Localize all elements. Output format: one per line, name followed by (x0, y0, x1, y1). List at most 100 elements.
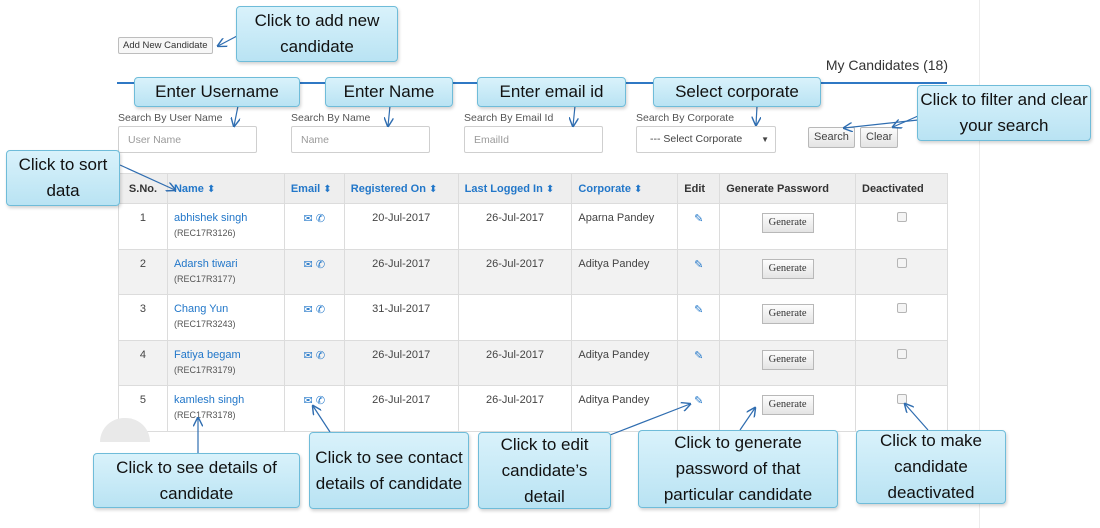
email-filter-label: Search By Email Id (464, 112, 554, 124)
cell-contact: ✉ ✆ (283, 294, 345, 341)
corporate-select-value: --- Select Corporate (650, 133, 743, 145)
username-filter-label: Search By User Name (118, 112, 223, 124)
header-corporate[interactable]: Corporate ⬍ (571, 173, 679, 204)
cell-last-logged: 26-Jul-2017 (457, 339, 573, 386)
header-registered[interactable]: Registered On ⬍ (343, 173, 459, 204)
cell-deactivated (855, 248, 948, 295)
callout-name: Enter Name (325, 77, 453, 107)
cell-deactivated (855, 385, 948, 432)
header-registered-label: Registered On (350, 182, 426, 195)
phone-icon[interactable]: ✆ (316, 212, 325, 225)
cell-generate: Generate (719, 294, 856, 341)
cell-deactivated (855, 294, 948, 341)
callout-corporate: Select corporate (653, 77, 821, 107)
deactivate-checkbox[interactable] (896, 212, 907, 222)
generate-button[interactable]: Generate (761, 349, 814, 370)
name-search-input[interactable] (291, 126, 430, 153)
header-email[interactable]: Email ⬍ (283, 173, 345, 204)
candidate-name-link[interactable]: Adarsh tiwari (174, 258, 278, 270)
cell-generate: Generate (719, 203, 856, 250)
candidate-name-link[interactable]: kamlesh singh (174, 394, 278, 406)
cell-name: Fatiya begam (REC17R3179) (166, 339, 285, 386)
deactivate-checkbox[interactable] (896, 394, 907, 404)
cell-registered: 31-Jul-2017 (343, 294, 459, 341)
generate-button[interactable]: Generate (761, 258, 814, 279)
cell-contact: ✉ ✆ (283, 385, 345, 432)
sort-arrows-icon[interactable]: ⬍ (429, 184, 437, 195)
cell-registered: 26-Jul-2017 (343, 339, 459, 386)
pencil-icon[interactable]: ✎ (694, 303, 703, 316)
callout-email: Enter email id (477, 77, 626, 107)
cell-last-logged (457, 294, 573, 341)
cell-generate: Generate (719, 248, 856, 295)
sort-arrows-icon[interactable]: ⬍ (323, 184, 331, 195)
email-search-input[interactable] (464, 126, 603, 153)
cell-edit: ✎ (677, 203, 721, 250)
cell-registered: 26-Jul-2017 (343, 248, 459, 295)
candidate-code: (REC17R3126) (173, 228, 236, 238)
username-search-input[interactable] (118, 126, 257, 153)
phone-icon[interactable]: ✆ (316, 349, 325, 362)
pencil-icon[interactable]: ✎ (694, 394, 703, 407)
cell-deactivated (855, 339, 948, 386)
header-deactivated: Deactivated (855, 173, 948, 204)
header-edit: Edit (677, 173, 721, 204)
name-filter-label: Search By Name (291, 112, 371, 124)
envelope-icon[interactable]: ✉ (304, 394, 313, 407)
sort-arrows-icon[interactable]: ⬍ (207, 184, 215, 195)
cell-contact: ✉ ✆ (283, 203, 345, 250)
chevron-down-icon: ▼ (761, 135, 769, 144)
generate-button[interactable]: Generate (761, 395, 814, 415)
cell-edit: ✎ (677, 294, 721, 341)
phone-icon[interactable]: ✆ (316, 394, 325, 407)
candidate-name-link[interactable]: Chang Yun (174, 303, 278, 315)
cell-sno: 2 (118, 248, 168, 295)
phone-icon[interactable]: ✆ (316, 303, 325, 316)
header-generate-label: Generate Password (726, 182, 829, 195)
pencil-icon[interactable]: ✎ (694, 258, 703, 271)
header-sno-label: S.No. (128, 182, 158, 195)
generate-button[interactable]: Generate (761, 304, 814, 324)
table-row: 5 kamlesh singh (REC17R3178) ✉ ✆ 26-Jul-2… (118, 385, 948, 432)
header-sno: S.No. (118, 173, 168, 204)
candidate-code: (REC17R3178) (173, 410, 236, 420)
pencil-icon[interactable]: ✎ (694, 212, 703, 225)
callout-candidate-details: Click to see details of candidate (93, 453, 300, 508)
generate-button[interactable]: Generate (761, 213, 814, 233)
cell-corporate (571, 294, 679, 341)
pencil-icon[interactable]: ✎ (694, 349, 703, 362)
header-last-logged-label: Last Logged In (464, 182, 543, 195)
deactivate-checkbox[interactable] (896, 303, 907, 313)
deactivate-checkbox[interactable] (896, 348, 907, 359)
header-last-logged[interactable]: Last Logged In ⬍ (457, 173, 573, 204)
cell-contact: ✉ ✆ (283, 248, 345, 295)
sort-arrows-icon[interactable]: ⬍ (634, 184, 642, 195)
cell-corporate: Aditya Pandey (571, 248, 679, 295)
corporate-filter-label: Search By Corporate (636, 112, 735, 124)
deactivate-checkbox[interactable] (896, 257, 907, 268)
envelope-icon[interactable]: ✉ (304, 349, 313, 362)
cell-name: abhishek singh (REC17R3126) (166, 203, 285, 250)
sort-arrows-icon[interactable]: ⬍ (546, 184, 554, 195)
table-row: 3 Chang Yun (REC17R3243) ✉ ✆ 31-Jul-2017 … (118, 294, 948, 341)
search-button[interactable]: Search (808, 127, 855, 148)
phone-icon[interactable]: ✆ (316, 258, 325, 271)
cell-corporate: Aditya Pandey (571, 339, 679, 386)
add-candidate-button[interactable]: Add New Candidate (118, 37, 213, 54)
cell-edit: ✎ (677, 248, 721, 295)
clear-button[interactable]: Clear (860, 127, 899, 148)
cell-edit: ✎ (677, 385, 721, 432)
corporate-select[interactable]: --- Select Corporate ▼ (636, 126, 776, 153)
callout-generate-password: Click to generate password of that parti… (638, 430, 838, 508)
candidate-name-link[interactable]: abhishek singh (174, 212, 278, 224)
cell-name: kamlesh singh (REC17R3178) (166, 385, 285, 432)
envelope-icon[interactable]: ✉ (304, 212, 313, 225)
candidate-name-link[interactable]: Fatiya begam (174, 349, 278, 361)
header-name[interactable]: Name ⬍ (166, 173, 285, 204)
envelope-icon[interactable]: ✉ (304, 258, 313, 271)
cell-sno: 4 (118, 339, 168, 386)
cell-generate: Generate (719, 385, 856, 432)
cell-last-logged: 26-Jul-2017 (457, 203, 573, 250)
cell-contact: ✉ ✆ (283, 339, 345, 386)
envelope-icon[interactable]: ✉ (304, 303, 313, 316)
